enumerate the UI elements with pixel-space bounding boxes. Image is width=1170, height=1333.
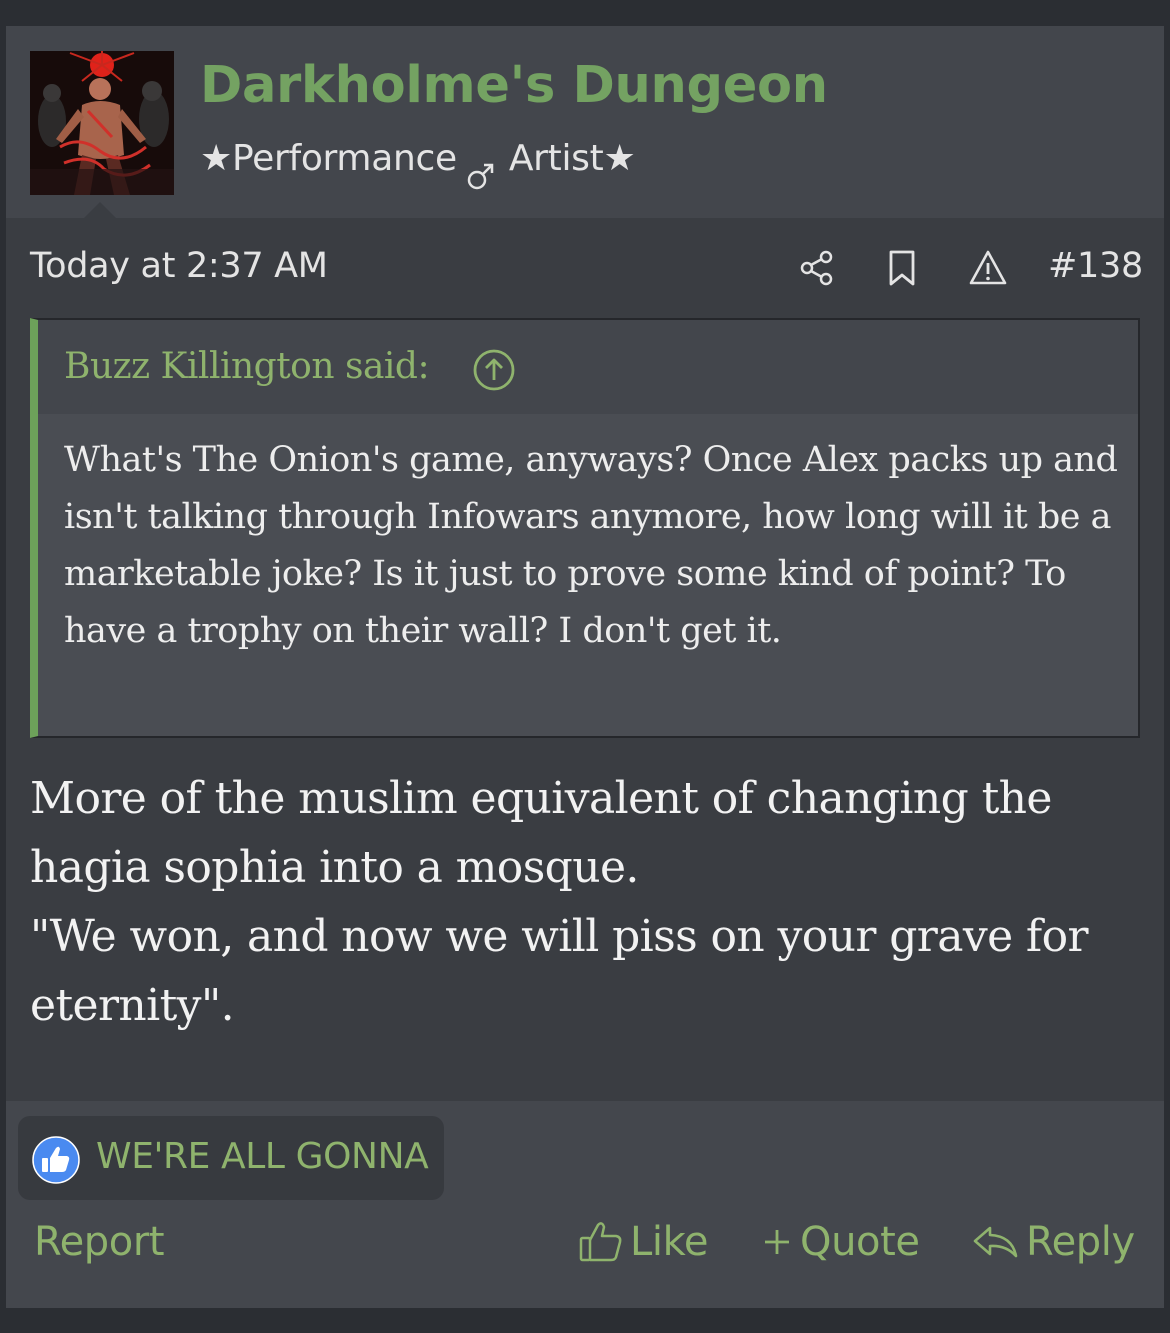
- reply-button[interactable]: Reply: [972, 1219, 1135, 1265]
- post-number[interactable]: #138: [1048, 246, 1143, 286]
- like-thumb-icon: [579, 1222, 622, 1262]
- reaction-summary[interactable]: WE'RE ALL GONNA: [18, 1116, 444, 1200]
- quote-header: Buzz Killington said:: [38, 320, 1138, 414]
- thumbs-up-icon: [32, 1136, 80, 1184]
- reaction-label: WE'RE ALL GONNA: [96, 1136, 429, 1177]
- quote-label: Quote: [800, 1219, 920, 1265]
- quote-text: What's The Onion's game, anyways? Once A…: [64, 440, 1118, 651]
- bookmark-icon[interactable]: [882, 248, 922, 288]
- report-warning-icon[interactable]: [968, 248, 1008, 288]
- post: Darkholme's Dungeon ★Performance Artist★…: [6, 26, 1164, 1308]
- share-icon[interactable]: [798, 248, 838, 288]
- message-line: eternity".: [30, 980, 235, 1031]
- reply-label: Reply: [1026, 1219, 1135, 1265]
- quote-button[interactable]: Quote: [760, 1219, 920, 1265]
- plus-icon: [765, 1230, 789, 1254]
- like-label: Like: [630, 1219, 709, 1265]
- user-title-part1: Performance: [231, 138, 457, 179]
- message-line: hagia sophia into a mosque.: [30, 842, 639, 893]
- user-title: ★Performance Artist★: [200, 138, 636, 190]
- avatar[interactable]: [30, 51, 174, 195]
- message-line: "We won, and now we will piss on your gr…: [30, 911, 1089, 962]
- avatar-image: [30, 51, 174, 195]
- post-footer: WE'RE ALL GONNA Report Like Quote Reply: [6, 1101, 1164, 1308]
- message-line: More of the muslim equivalent of changin…: [30, 773, 1052, 824]
- post-date[interactable]: Today at 2:37 AM: [30, 246, 328, 286]
- like-button[interactable]: Like: [578, 1219, 709, 1265]
- star-icon: ★: [603, 138, 636, 179]
- quote-block: Buzz Killington said: What's The Onion's…: [30, 318, 1140, 738]
- post-message: More of the muslim equivalent of changin…: [30, 764, 1140, 1040]
- user-title-part2: Artist: [508, 138, 604, 179]
- male-gender-icon: [467, 158, 495, 190]
- quote-author[interactable]: Buzz Killington said:: [64, 346, 430, 387]
- username[interactable]: Darkholme's Dungeon: [200, 56, 828, 115]
- report-label: Report: [34, 1219, 165, 1265]
- user-header: Darkholme's Dungeon ★Performance Artist★: [6, 26, 1164, 218]
- go-to-quote-icon[interactable]: [472, 348, 516, 392]
- reply-arrow-icon: [973, 1226, 1018, 1258]
- report-button[interactable]: Report: [34, 1219, 165, 1265]
- header-caret: [84, 202, 116, 218]
- star-icon: ★: [200, 138, 232, 179]
